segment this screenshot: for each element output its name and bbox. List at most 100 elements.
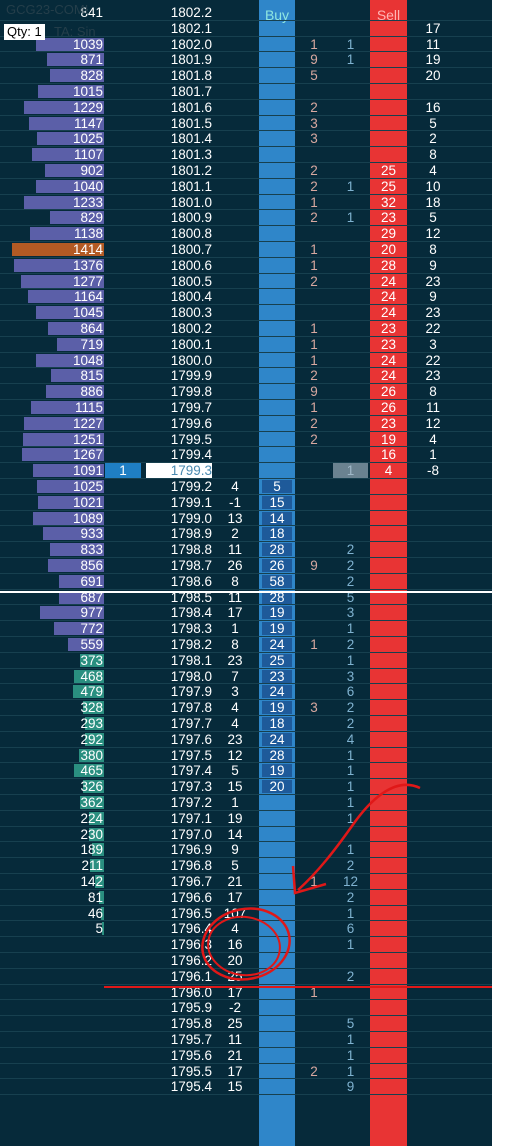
buy-volume-cell[interactable] [259, 463, 295, 478]
sell-volume-cell[interactable]: 24 [370, 274, 407, 289]
buy-volume-cell[interactable] [259, 21, 295, 36]
buy-volume-cell[interactable] [259, 1079, 295, 1094]
sell-volume-cell[interactable] [370, 827, 407, 842]
price-cell[interactable]: 1801.1 [146, 179, 212, 194]
sell-volume-cell[interactable]: 19 [370, 432, 407, 447]
price-cell[interactable]: 1796.9 [146, 842, 212, 857]
price-cell[interactable]: 1798.7 [146, 558, 212, 573]
ladder-row[interactable]: 373 1798.1 23 25 1 [0, 653, 492, 669]
ladder-row[interactable]: 362 1797.2 1 1 [0, 795, 492, 811]
ladder-row[interactable]: 1796.2 20 [0, 953, 492, 969]
buy-volume-cell[interactable] [259, 447, 295, 462]
sell-volume-cell[interactable] [370, 1048, 407, 1063]
sell-volume-cell[interactable] [370, 495, 407, 510]
buy-volume-cell[interactable] [259, 274, 295, 289]
ladder-row[interactable]: 211 1796.8 5 2 [0, 858, 492, 874]
price-cell[interactable]: 1802.1 [146, 21, 212, 36]
buy-volume-cell[interactable] [259, 226, 295, 241]
ladder-row[interactable]: 833 1798.8 11 28 2 [0, 542, 492, 558]
sell-volume-cell[interactable] [370, 779, 407, 794]
ladder-row[interactable]: 1796.0 17 1 [0, 985, 492, 1001]
price-cell[interactable]: 1800.6 [146, 258, 212, 273]
ladder-row[interactable]: 902 1801.2 2 25 4 [0, 163, 492, 179]
buy-volume-cell[interactable] [259, 321, 295, 336]
sell-volume-cell[interactable]: 23 [370, 210, 407, 225]
price-cell[interactable]: 1800.0 [146, 353, 212, 368]
ladder-row[interactable]: 468 1798.0 7 23 3 [0, 669, 492, 685]
sell-volume-cell[interactable] [370, 748, 407, 763]
sell-volume-cell[interactable]: 25 [370, 163, 407, 178]
working-order-marker[interactable]: 1 [105, 463, 141, 479]
buy-volume-cell[interactable] [259, 258, 295, 273]
price-cell[interactable]: 1797.0 [146, 827, 212, 842]
sell-volume-cell[interactable] [370, 52, 407, 67]
sell-volume-cell[interactable] [370, 1079, 407, 1094]
sell-volume-cell[interactable] [370, 732, 407, 747]
buy-volume-cell[interactable]: 25 [259, 653, 295, 668]
buy-volume-cell[interactable]: 19 [259, 621, 295, 636]
price-cell[interactable]: 1796.4 [146, 921, 212, 936]
price-cell[interactable]: 1795.5 [146, 1064, 212, 1079]
sell-volume-cell[interactable] [370, 511, 407, 526]
sell-volume-cell[interactable] [370, 653, 407, 668]
buy-volume-cell[interactable] [259, 37, 295, 52]
sell-volume-cell[interactable]: 4 [370, 463, 407, 478]
ladder-row[interactable]: 828 1801.8 5 20 [0, 68, 492, 84]
price-cell[interactable]: 1797.9 [146, 684, 212, 699]
price-cell[interactable]: 1795.8 [146, 1016, 212, 1031]
sell-volume-cell[interactable] [370, 858, 407, 873]
ladder-row[interactable]: 81 1796.6 17 2 [0, 890, 492, 906]
buy-volume-cell[interactable] [259, 842, 295, 857]
sell-volume-cell[interactable] [370, 795, 407, 810]
buy-volume-cell[interactable]: 18 [259, 716, 295, 731]
buy-volume-cell[interactable]: 14 [259, 511, 295, 526]
price-cell[interactable]: 1797.6 [146, 732, 212, 747]
buy-volume-cell[interactable] [259, 921, 295, 936]
price-cell[interactable]: 1800.9 [146, 210, 212, 225]
price-cell[interactable]: 1798.6 [146, 574, 212, 589]
price-cell[interactable]: 1802.0 [146, 37, 212, 52]
ladder-row[interactable]: 719 1800.1 1 23 3 [0, 337, 492, 353]
buy-volume-cell[interactable] [259, 890, 295, 905]
price-cell[interactable]: 1797.2 [146, 795, 212, 810]
buy-volume-cell[interactable] [259, 937, 295, 952]
ladder-row[interactable]: 328 1797.8 4 19 3 2 [0, 700, 492, 716]
sell-volume-cell[interactable] [370, 1016, 407, 1031]
price-cell[interactable]: 1801.9 [146, 52, 212, 67]
sell-volume-cell[interactable]: 29 [370, 226, 407, 241]
ladder-row[interactable]: 230 1797.0 14 [0, 827, 492, 843]
price-cell[interactable]: 1797.5 [146, 748, 212, 763]
ladder-row[interactable]: 1015 1801.7 [0, 84, 492, 100]
price-cell[interactable]: 1798.3 [146, 621, 212, 636]
ladder-row[interactable]: 1795.7 11 1 [0, 1032, 492, 1048]
buy-volume-cell[interactable] [259, 242, 295, 257]
ladder-row[interactable]: 1045 1800.3 24 23 [0, 305, 492, 321]
sell-volume-cell[interactable]: 26 [370, 400, 407, 415]
ladder-row[interactable]: 1414 1800.7 1 20 8 [0, 242, 492, 258]
sell-volume-cell[interactable]: 24 [370, 353, 407, 368]
price-cell[interactable]: 1800.4 [146, 289, 212, 304]
ladder-row[interactable]: 1376 1800.6 1 28 9 [0, 258, 492, 274]
buy-volume-cell[interactable] [259, 1048, 295, 1063]
sell-volume-cell[interactable] [370, 621, 407, 636]
buy-volume-cell[interactable]: 28 [259, 542, 295, 557]
buy-volume-cell[interactable] [259, 353, 295, 368]
buy-volume-cell[interactable] [259, 858, 295, 873]
sell-volume-cell[interactable] [370, 84, 407, 99]
buy-volume-cell[interactable]: 19 [259, 605, 295, 620]
quantity-field[interactable]: Qty: 1 [4, 24, 45, 40]
buy-volume-cell[interactable]: 5 [259, 479, 295, 494]
sell-volume-cell[interactable] [370, 700, 407, 715]
buy-volume-cell[interactable] [259, 289, 295, 304]
ladder-row[interactable]: 326 1797.3 15 20 1 [0, 779, 492, 795]
price-cell[interactable]: 1799.1 [146, 495, 212, 510]
buy-volume-cell[interactable] [259, 1000, 295, 1015]
price-cell[interactable]: 1795.9 [146, 1000, 212, 1015]
sell-volume-cell[interactable] [370, 131, 407, 146]
price-cell[interactable]: 1798.8 [146, 542, 212, 557]
price-cell[interactable]: 1799.8 [146, 384, 212, 399]
sell-volume-cell[interactable] [370, 1000, 407, 1015]
price-cell[interactable]: 1798.2 [146, 637, 212, 652]
ladder-row[interactable]: 1267 1799.4 16 1 [0, 447, 492, 464]
price-cell[interactable]: 1798.9 [146, 526, 212, 541]
